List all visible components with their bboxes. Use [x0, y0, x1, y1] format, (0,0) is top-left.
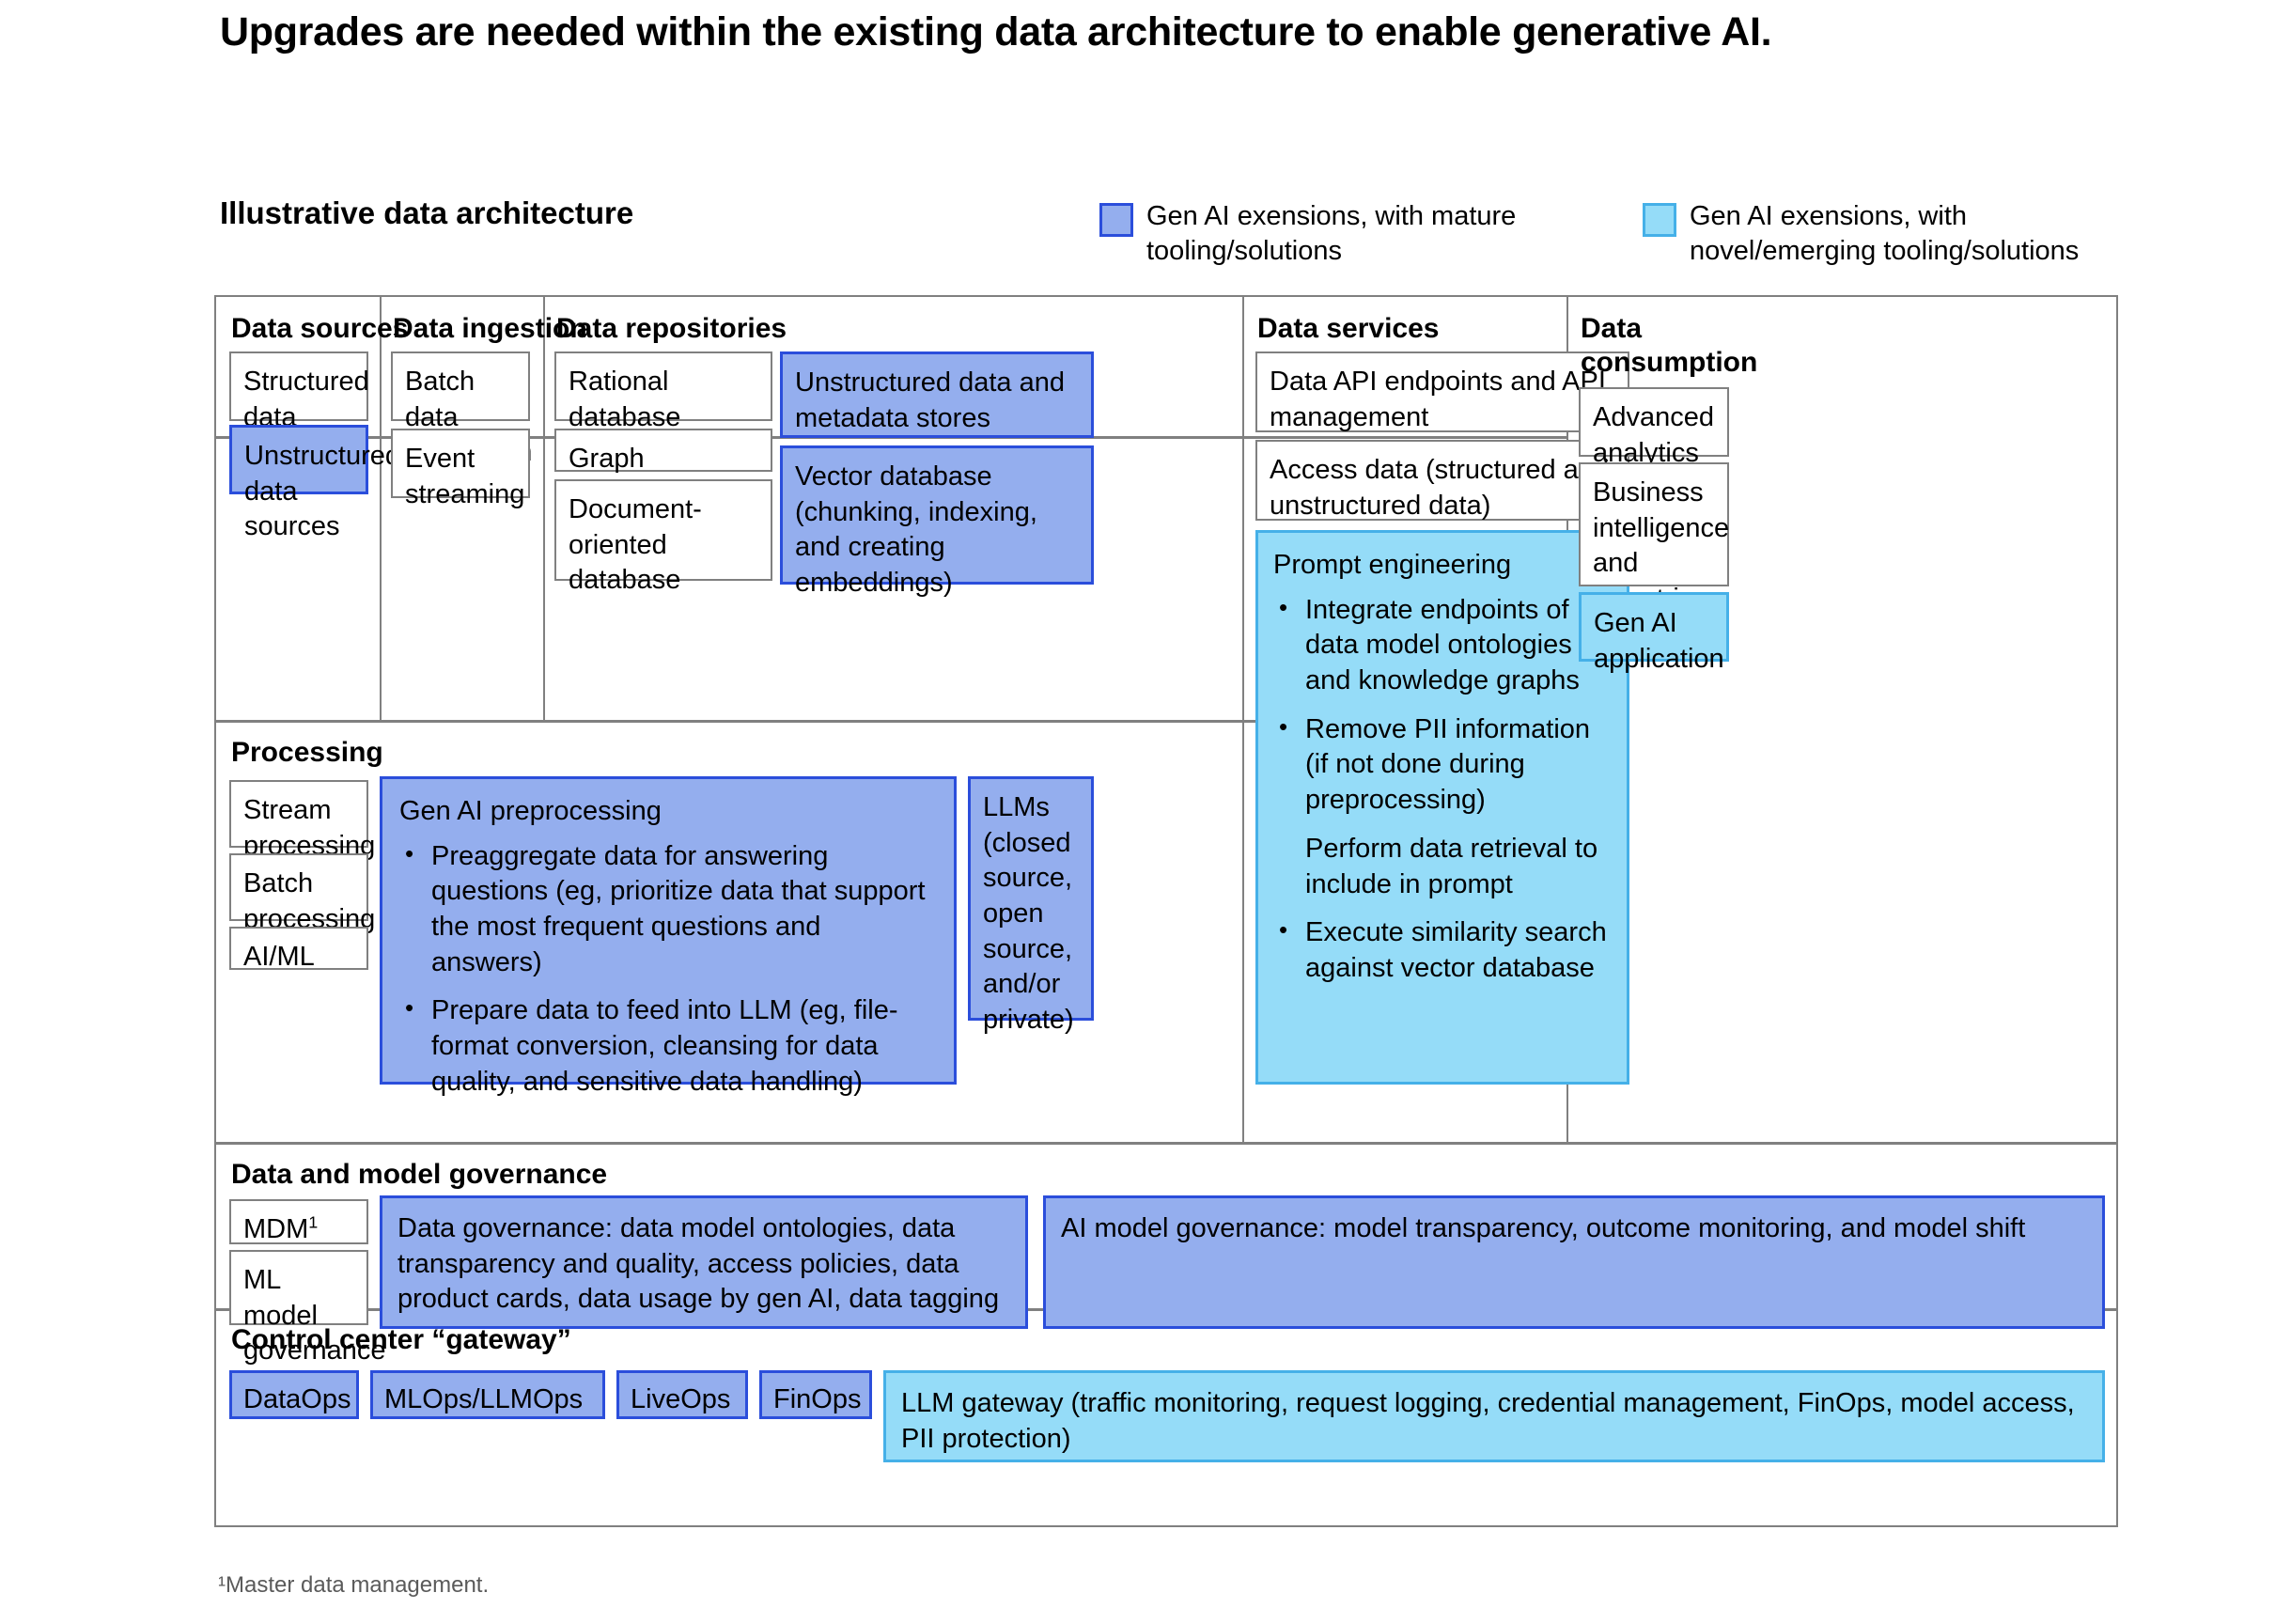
- node-access-data[interactable]: Access data (structured and unstructured…: [1255, 440, 1629, 521]
- node-business-intelligence[interactable]: Business intelligence and report-ing: [1579, 462, 1729, 614]
- divider-col-repositories-services: [1242, 297, 1244, 1142]
- node-rational-database[interactable]: Rational database: [554, 351, 772, 432]
- legend-swatch-novel-icon: [1643, 203, 1676, 237]
- gen-ai-preprocessing-list: Preaggregate data for answering question…: [399, 838, 937, 1101]
- node-mlops-llmops[interactable]: MLOps/LLMOps: [370, 1370, 605, 1419]
- list-item: Preaggregate data for answering question…: [405, 838, 937, 981]
- node-advanced-analytics[interactable]: Advanced analytics: [1579, 387, 1729, 468]
- legend: Gen AI exensions, with mature tooling/so…: [1099, 199, 2084, 269]
- node-document-oriented-database[interactable]: Document-oriented database: [554, 479, 772, 595]
- divider-col-ingestion-repositories: [543, 297, 545, 720]
- node-gen-ai-preprocessing[interactable]: Gen AI preprocessing Preaggregate data f…: [380, 776, 957, 1097]
- legend-label-novel: Gen AI exensions, with novel/emerging to…: [1690, 201, 2080, 267]
- chart-subtitle: Illustrative data architecture: [220, 195, 634, 230]
- divider-col-sources-ingestion: [380, 297, 382, 720]
- node-prompt-engineering[interactable]: Prompt engineering Integrate endpoints o…: [1255, 530, 1629, 1085]
- node-unstructured-data-sources[interactable]: Unstructured data sources: [229, 425, 400, 541]
- node-structured-data-sources[interactable]: Structured data sources: [229, 351, 369, 467]
- heading-governance: Data and model governance: [231, 1159, 608, 1190]
- gen-ai-preprocessing-title: Gen AI preprocessing: [399, 796, 662, 826]
- node-vector-database[interactable]: Vector database (chunking, indexing, and…: [780, 445, 1094, 598]
- node-dataops[interactable]: DataOps: [229, 1370, 359, 1419]
- node-batch-data-integration[interactable]: Batch data integration: [391, 351, 532, 467]
- mdm-label: MDM: [243, 1214, 309, 1244]
- node-data-api-endpoints[interactable]: Data API endpoints and API management: [1255, 351, 1629, 432]
- heading-control-center: Control center “gateway”: [231, 1324, 571, 1355]
- legend-item-novel: Gen AI exensions, with novel/emerging to…: [1643, 199, 2084, 269]
- page-title: Upgrades are needed within the existing …: [220, 9, 1772, 55]
- node-liveops[interactable]: LiveOps: [616, 1370, 748, 1419]
- node-ai-ml[interactable]: AI/ML: [229, 927, 368, 972]
- node-gen-ai-application[interactable]: Gen AI application: [1579, 592, 1729, 674]
- node-ml-model-governance[interactable]: ML model governance: [229, 1250, 386, 1366]
- heading-data-repositories: Data repositories: [556, 313, 787, 344]
- node-unstructured-data-metadata-stores[interactable]: Unstructured data and metadata stores: [780, 351, 1094, 438]
- prompt-engineering-list: Integrate endpoints of data model ontolo…: [1273, 592, 1612, 987]
- heading-data-services: Data services: [1257, 313, 1440, 344]
- architecture-diagram: Data sources Structured data sources Uns…: [214, 295, 2118, 1527]
- node-data-governance[interactable]: Data governance: data model ontologies, …: [380, 1195, 1028, 1329]
- heading-data-sources: Data sources: [231, 313, 409, 344]
- footnote: ¹Master data management.: [218, 1572, 490, 1598]
- legend-label-mature: Gen AI exensions, with mature tooling/so…: [1146, 201, 1517, 267]
- heading-data-consumption: Data consumption: [1581, 313, 1758, 378]
- legend-item-mature: Gen AI exensions, with mature tooling/so…: [1099, 199, 1541, 269]
- list-item: Perform data retrieval to include in pro…: [1305, 833, 1598, 899]
- node-batch-processing[interactable]: Batch processing: [229, 853, 375, 934]
- list-item: Integrate endpoints of data model ontolo…: [1279, 592, 1612, 699]
- list-item: Remove PII information (if not done duri…: [1279, 711, 1612, 819]
- node-mdm[interactable]: MDM1: [229, 1199, 368, 1244]
- node-llms[interactable]: LLMs (closed source, open source, and/or…: [968, 776, 1094, 1035]
- heading-processing: Processing: [231, 737, 383, 768]
- list-item: Execute similarity search against vector…: [1279, 914, 1612, 986]
- prompt-engineering-title: Prompt engineering: [1273, 550, 1512, 580]
- list-item: Prepare data to feed into LLM (eg, file-…: [405, 992, 937, 1100]
- node-llm-gateway[interactable]: LLM gateway (traffic monitoring, request…: [883, 1370, 2105, 1462]
- node-finops[interactable]: FinOps: [759, 1370, 872, 1419]
- divider-governance-top: [216, 1142, 2116, 1145]
- node-stream-processing[interactable]: Stream processing: [229, 780, 375, 861]
- node-graph-database[interactable]: Graph database: [554, 429, 772, 509]
- legend-swatch-mature-icon: [1099, 203, 1133, 237]
- node-ai-model-governance[interactable]: AI model governance: model transparency,…: [1043, 1195, 2105, 1329]
- mdm-footnote-marker: 1: [308, 1212, 319, 1232]
- node-event-streaming[interactable]: Event streaming: [391, 429, 530, 509]
